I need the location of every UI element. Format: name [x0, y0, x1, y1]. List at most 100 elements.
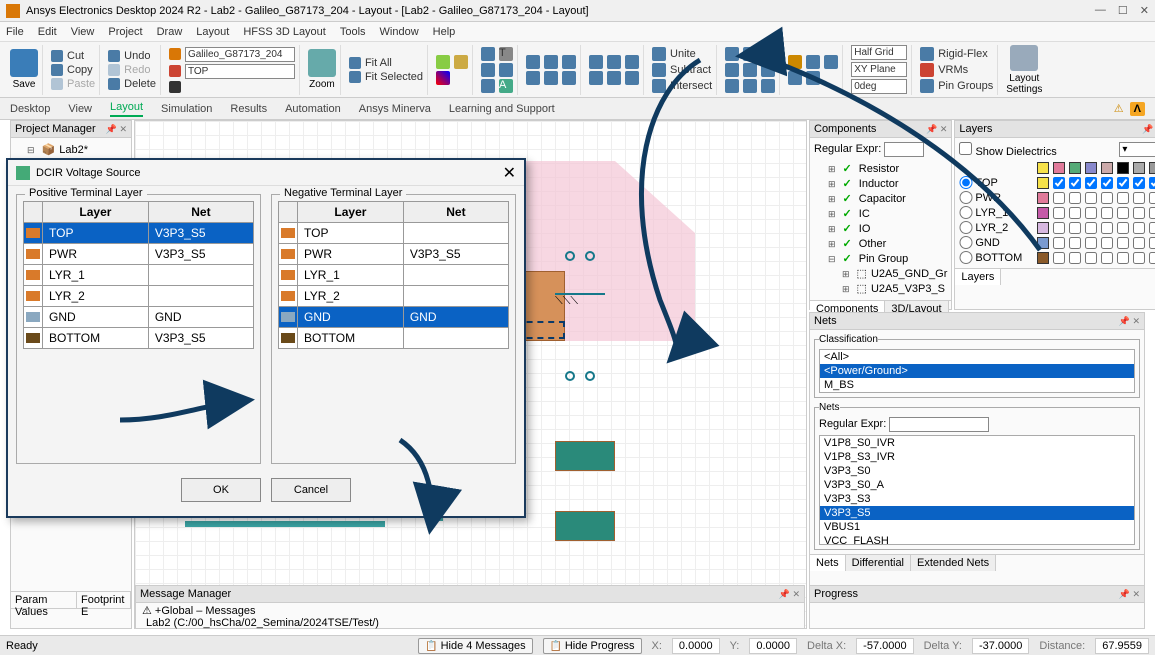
menu-tools[interactable]: Tools — [340, 26, 366, 38]
layers-tab[interactable]: Layers — [955, 269, 1001, 285]
layer-check[interactable] — [1133, 192, 1145, 204]
move-icon[interactable] — [589, 71, 603, 85]
comp-io[interactable]: IO — [814, 221, 947, 236]
palette-icon[interactable] — [436, 71, 450, 85]
layer-check[interactable] — [1069, 192, 1081, 204]
dialog-close-button[interactable]: ✕ — [503, 163, 516, 183]
layer-check[interactable] — [1085, 222, 1097, 234]
tool4-icon[interactable] — [526, 71, 540, 85]
progress-pin-icon[interactable]: 📌 ✕ — [1119, 589, 1140, 600]
comp-pg1[interactable]: ⬚ U2A5_GND_Gr — [814, 266, 947, 281]
tool3-icon[interactable] — [562, 55, 576, 69]
layer-check[interactable] — [1053, 237, 1065, 249]
minimize-button[interactable]: — — [1095, 4, 1106, 17]
components-pin-icon[interactable]: 📌 ✕ — [926, 124, 947, 135]
comp-inductor[interactable]: Inductor — [814, 176, 947, 191]
layer-swatch[interactable] — [1037, 252, 1049, 264]
show-dielectrics-checkbox[interactable] — [959, 142, 972, 155]
layer-radio-LYR_1[interactable] — [959, 206, 973, 219]
msg-pin-icon[interactable]: 📌 ✕ — [779, 589, 800, 600]
warn-icon[interactable]: ⚠ — [1114, 102, 1124, 115]
zoom-button[interactable]: Zoom — [308, 79, 336, 90]
negative-layer-table[interactable]: LayerNet TOPPWRV3P3_S5LYR_1LYR_2GNDGNDBO… — [278, 201, 509, 349]
comp-other[interactable]: Other — [814, 236, 947, 251]
table-row[interactable]: BOTTOMV3P3_S5 — [24, 328, 254, 349]
layer-check[interactable] — [1085, 237, 1097, 249]
layer-check[interactable] — [1101, 207, 1113, 219]
layer-check[interactable] — [1133, 237, 1145, 249]
layer-check[interactable] — [1149, 252, 1155, 264]
tab-param-values[interactable]: Param Values — [11, 592, 77, 608]
vrms-button[interactable]: VRMs — [938, 64, 968, 76]
layer-check[interactable] — [1149, 192, 1155, 204]
fit-all-button[interactable]: Fit All — [365, 57, 392, 69]
comp-resistor[interactable]: Resistor — [814, 161, 947, 176]
view2-icon[interactable] — [454, 55, 468, 69]
layer-check[interactable] — [1117, 222, 1129, 234]
menu-draw[interactable]: Draw — [157, 26, 183, 38]
table-row[interactable]: GNDGND — [279, 307, 509, 328]
grid3-icon[interactable] — [824, 55, 838, 69]
copy-icon[interactable] — [51, 64, 63, 76]
layers-dd[interactable]: ▾ — [1119, 142, 1155, 157]
pointer-icon[interactable] — [169, 81, 181, 93]
tab-view[interactable]: View — [68, 103, 92, 115]
net-item[interactable]: V1P8_S0_IVR — [820, 436, 1134, 450]
table-row[interactable]: TOPV3P3_S5 — [24, 223, 254, 244]
table-row[interactable]: LYR_2 — [279, 286, 509, 307]
layer-name-TOP[interactable]: TOP — [975, 177, 1035, 189]
close-button[interactable]: ✕ — [1140, 4, 1149, 17]
zoom-icon[interactable] — [308, 49, 336, 77]
tab-simulation[interactable]: Simulation — [161, 103, 212, 115]
layer-check[interactable] — [1053, 207, 1065, 219]
layer-check[interactable] — [1053, 177, 1065, 189]
layer-check[interactable] — [1149, 177, 1155, 189]
g9-icon[interactable] — [761, 79, 775, 93]
text-icon[interactable]: T — [499, 47, 513, 61]
line-icon[interactable] — [481, 63, 495, 77]
a-icon[interactable]: A — [499, 79, 513, 93]
tool2-icon[interactable] — [544, 55, 558, 69]
layer-check[interactable] — [1149, 222, 1155, 234]
msg-line2[interactable]: Lab2 (C:/00_hsCha/02_Semina/2024TSE/Test… — [142, 617, 798, 629]
net-item[interactable]: V3P3_S0 — [820, 464, 1134, 478]
tab-desktop[interactable]: Desktop — [10, 103, 50, 115]
nets-tab-nets[interactable]: Nets — [810, 555, 846, 571]
maximize-button[interactable]: ☐ — [1118, 4, 1128, 17]
tab-footprint[interactable]: Footprint E — [77, 592, 131, 608]
g1-icon[interactable] — [725, 47, 739, 61]
ansys-a-icon[interactable]: Λ — [1130, 102, 1145, 116]
flip-icon[interactable] — [625, 71, 639, 85]
layer-check[interactable] — [1133, 177, 1145, 189]
layer-radio-GND[interactable] — [959, 236, 973, 249]
g7-icon[interactable] — [725, 79, 739, 93]
table-row[interactable]: LYR_2 — [24, 286, 254, 307]
hide-progress-button[interactable]: 📋 Hide Progress — [543, 638, 642, 654]
g4-icon[interactable] — [725, 63, 739, 77]
layer-check[interactable] — [1053, 192, 1065, 204]
layer-check[interactable] — [1085, 207, 1097, 219]
layer-check[interactable] — [1117, 237, 1129, 249]
nets-tab-ext[interactable]: Extended Nets — [911, 555, 996, 571]
table-row[interactable]: PWRV3P3_S5 — [24, 244, 254, 265]
grid2-icon[interactable] — [806, 55, 820, 69]
layer-check[interactable] — [1149, 237, 1155, 249]
rigidflex-button[interactable]: Rigid-Flex — [938, 48, 988, 60]
layer-check[interactable] — [1053, 252, 1065, 264]
layer-check[interactable] — [1069, 252, 1081, 264]
table-row[interactable]: BOTTOM — [279, 328, 509, 349]
intersect-button[interactable]: Intersect — [670, 80, 712, 92]
g2-icon[interactable] — [743, 47, 757, 61]
mirror-icon[interactable] — [589, 55, 603, 69]
layer-swatch[interactable] — [1037, 192, 1049, 204]
menu-project[interactable]: Project — [108, 26, 142, 38]
poly-icon[interactable] — [499, 63, 513, 77]
layer-check[interactable] — [1117, 207, 1129, 219]
circle-icon[interactable] — [481, 79, 495, 93]
table-row[interactable]: TOP — [279, 223, 509, 244]
layer-swatch[interactable] — [1037, 237, 1049, 249]
net-item[interactable]: VBUS1 — [820, 520, 1134, 534]
layer-check[interactable] — [1149, 207, 1155, 219]
unite-icon[interactable] — [652, 47, 666, 61]
menu-edit[interactable]: Edit — [38, 26, 57, 38]
